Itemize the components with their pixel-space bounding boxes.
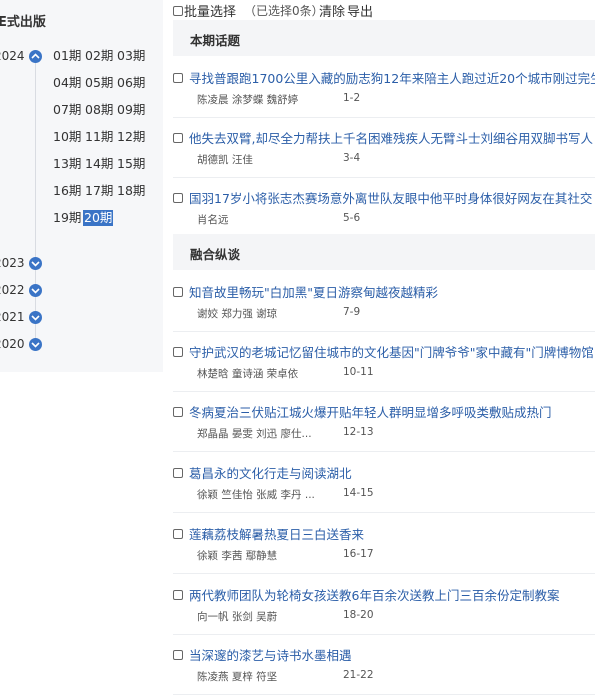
issue-19[interactable]: 19期: [52, 210, 82, 226]
article-title-link[interactable]: 冬病夏治三伏贴江城火爆开贴年轻人群明显增多呼吸类敷贴成热门: [189, 402, 552, 421]
article-title-link[interactable]: 寻找普跟跑1700公里入藏的励志狗12年来陪主人跑过近20个城市刚过完生: [189, 68, 595, 87]
section-title: 本期话题: [190, 33, 241, 48]
batch-select-label: 批量选择: [184, 5, 237, 20]
timeline-line: [35, 62, 36, 342]
issue-12[interactable]: 12期: [116, 129, 146, 145]
year-2021[interactable]: 2021: [0, 310, 25, 324]
article-checkbox[interactable]: [173, 193, 183, 203]
selected-count: （已选择0条）: [244, 4, 324, 18]
article-authors: 谢姣 郑力强 谢琼: [197, 308, 278, 320]
article-item: 当深邃的漆艺与诗书水墨相遇 陈凌燕 夏梓 符坚 21-22: [173, 635, 595, 695]
article-item: 国羽17岁小将张志杰赛场意外离世队友眼中他平时身体很好网友在其社交 肖名远 5-…: [173, 178, 595, 238]
article-pages: 12-13: [343, 426, 374, 438]
expand-year-2023-icon[interactable]: [29, 257, 42, 270]
article-checkbox[interactable]: [173, 650, 183, 660]
article-pages: 18-20: [343, 609, 374, 621]
article-title-link[interactable]: 他失去双臂,却尽全力帮扶上千名困难残疾人无臂斗士刘细谷用双脚书写人: [189, 128, 593, 147]
issue-16[interactable]: 16期: [52, 183, 82, 199]
article-checkbox[interactable]: [173, 407, 183, 417]
article-pages: 5-6: [343, 212, 361, 224]
article-authors: 林楚晗 童诗涵 荣卓依: [197, 368, 299, 380]
year-2023[interactable]: 2023: [0, 256, 25, 270]
article-checkbox[interactable]: [173, 347, 183, 357]
article-item: 两代教师团队为轮椅女孩送教6年百余次送教上门三百余份定制教案 向一帆 张剑 吴蔚…: [173, 575, 595, 635]
select-all-checkbox[interactable]: [173, 6, 183, 16]
article-item: 莲藕荔枝解暑热夏日三白送香来 徐颖 李茜 鄢静慧 16-17: [173, 514, 595, 574]
issue-07[interactable]: 07期: [52, 102, 82, 118]
issue-20-active[interactable]: 20期: [83, 210, 114, 226]
article-pages: 3-4: [343, 152, 361, 164]
article-item: 葛昌永的文化行走与阅读湖北 徐颖 竺佳怡 张威 李丹 ... 14-15: [173, 453, 595, 513]
article-title-link[interactable]: 守护武汉的老城记忆留住城市的文化基因"门牌爷爷"家中藏有"门牌博物馆: [189, 342, 594, 361]
article-item: 冬病夏治三伏贴江城火爆开贴年轻人群明显增多呼吸类敷贴成热门 郑晶晶 晏雯 刘迅 …: [173, 392, 595, 452]
article-title-link[interactable]: 国羽17岁小将张志杰赛场意外离世队友眼中他平时身体很好网友在其社交: [189, 188, 592, 207]
issue-01[interactable]: 01期: [52, 48, 82, 64]
article-authors: 徐颖 李茜 鄢静慧: [197, 550, 278, 562]
clear-link[interactable]: 清除: [319, 1, 345, 20]
issue-08[interactable]: 08期: [84, 102, 114, 118]
expand-year-2020-icon[interactable]: [29, 338, 42, 351]
export-link[interactable]: 导出: [347, 1, 373, 20]
issue-03[interactable]: 03期: [116, 48, 146, 64]
article-pages: 21-22: [343, 669, 374, 681]
article-pages: 7-9: [343, 306, 361, 318]
issue-navigator: E式出版 2024 01期 02期 03期 04期 05期 06期 07期 08…: [0, 0, 163, 372]
publication-status-title: E式出版: [0, 15, 46, 30]
year-2020[interactable]: 2020: [0, 337, 25, 351]
collapse-year-2024-icon[interactable]: [29, 50, 42, 63]
article-pages: 10-11: [343, 366, 374, 378]
section-header-fusion: 融合纵谈: [173, 234, 595, 270]
article-title-link[interactable]: 葛昌永的文化行走与阅读湖北: [189, 463, 352, 482]
article-title-link[interactable]: 当深邃的漆艺与诗书水墨相遇: [189, 645, 352, 664]
issue-05[interactable]: 05期: [84, 75, 114, 91]
article-authors: 郑晶晶 晏雯 刘迅 廖仕...: [197, 428, 312, 440]
article-checkbox[interactable]: [173, 73, 183, 83]
issue-15[interactable]: 15期: [116, 156, 146, 172]
issue-09[interactable]: 09期: [116, 102, 146, 118]
issue-18[interactable]: 18期: [116, 183, 146, 199]
issue-02[interactable]: 02期: [84, 48, 114, 64]
article-authors: 陈凌燕 夏梓 符坚: [197, 671, 278, 683]
issue-04[interactable]: 04期: [52, 75, 82, 91]
article-item: 知音故里畅玩"白加黑"夏日游察甸越夜越精彩 谢姣 郑力强 谢琼 7-9: [173, 272, 595, 332]
article-checkbox[interactable]: [173, 529, 183, 539]
article-authors: 向一帆 张剑 吴蔚: [197, 611, 278, 623]
issue-10[interactable]: 10期: [52, 129, 82, 145]
expand-year-2021-icon[interactable]: [29, 311, 42, 324]
article-item: 寻找普跟跑1700公里入藏的励志狗12年来陪主人跑过近20个城市刚过完生 陈凌晨…: [173, 58, 595, 118]
issue-14[interactable]: 14期: [84, 156, 114, 172]
article-authors: 肖名远: [197, 214, 229, 226]
year-2022[interactable]: 2022: [0, 283, 25, 297]
article-checkbox[interactable]: [173, 133, 183, 143]
section-title: 融合纵谈: [190, 247, 241, 262]
article-authors: 胡德凯 汪佳: [197, 154, 253, 166]
article-title-link[interactable]: 莲藕荔枝解暑热夏日三白送香来: [189, 524, 364, 543]
article-title-link[interactable]: 知音故里畅玩"白加黑"夏日游察甸越夜越精彩: [189, 282, 438, 301]
issue-17[interactable]: 17期: [84, 183, 114, 199]
article-checkbox[interactable]: [173, 287, 183, 297]
article-authors: 陈凌晨 涂梦蝶 魏舒婷: [197, 94, 299, 106]
article-pages: 14-15: [343, 487, 374, 499]
year-2024[interactable]: 2024: [0, 49, 25, 63]
article-pages: 16-17: [343, 548, 374, 560]
article-item: 他失去双臂,却尽全力帮扶上千名困难残疾人无臂斗士刘细谷用双脚书写人 胡德凯 汪佳…: [173, 118, 595, 178]
article-item: 守护武汉的老城记忆留住城市的文化基因"门牌爷爷"家中藏有"门牌博物馆 林楚晗 童…: [173, 332, 595, 392]
article-title-link[interactable]: 两代教师团队为轮椅女孩送教6年百余次送教上门三百余份定制教案: [189, 585, 559, 604]
section-header-topic: 本期话题: [173, 20, 595, 56]
issue-13[interactable]: 13期: [52, 156, 82, 172]
expand-year-2022-icon[interactable]: [29, 284, 42, 297]
article-authors: 徐颖 竺佳怡 张威 李丹 ...: [197, 489, 315, 501]
article-checkbox[interactable]: [173, 468, 183, 478]
article-pages: 1-2: [343, 92, 361, 104]
article-checkbox[interactable]: [173, 590, 183, 600]
issue-06[interactable]: 06期: [116, 75, 146, 91]
issue-11[interactable]: 11期: [84, 129, 114, 145]
